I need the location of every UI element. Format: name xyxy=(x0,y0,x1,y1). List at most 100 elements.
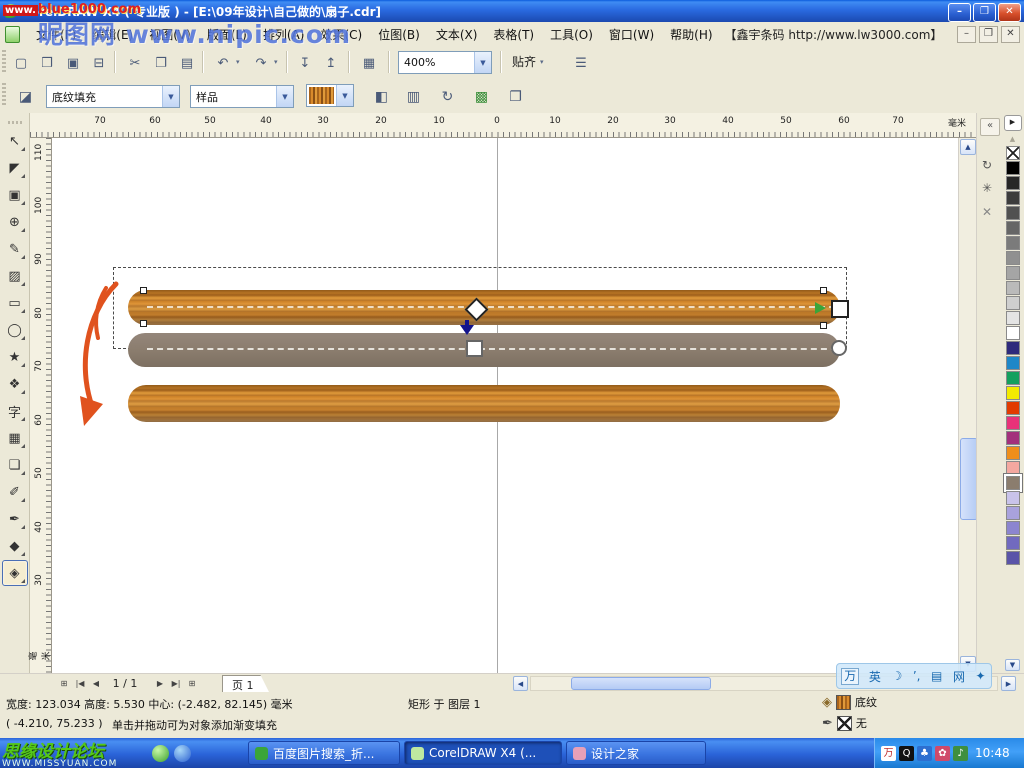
hscroll-right-button[interactable]: ▶ xyxy=(1001,676,1016,691)
menu-table[interactable]: 表格(T) xyxy=(485,23,542,46)
last-page-button[interactable]: ▶| xyxy=(168,676,184,691)
doc-minimize-button[interactable]: – xyxy=(957,26,976,43)
paste-button[interactable]: ▤ xyxy=(174,50,200,76)
add-page-button-2[interactable]: ⊞ xyxy=(184,676,200,691)
scroll-up-button[interactable]: ▲ xyxy=(960,139,976,155)
selection-node[interactable] xyxy=(140,320,147,327)
palette-swatch[interactable] xyxy=(1006,296,1020,310)
task-coreldraw[interactable]: CorelDRAW X4 (... xyxy=(404,741,562,765)
menu-tools[interactable]: 工具(O) xyxy=(542,23,601,46)
first-page-button[interactable]: |◀ xyxy=(72,676,88,691)
outline-status-swatch[interactable] xyxy=(837,716,852,731)
application-launcher-button[interactable]: ▦ xyxy=(356,50,382,76)
menu-edit[interactable]: 编辑(E) xyxy=(84,23,141,46)
minimize-button[interactable]: – xyxy=(948,3,971,22)
table-tool[interactable]: ▦ xyxy=(2,425,28,451)
text-tool[interactable]: 字 xyxy=(2,398,28,424)
palette-flyout-button[interactable]: ▶ xyxy=(1004,115,1022,131)
palette-swatch[interactable] xyxy=(1006,206,1020,220)
add-page-button[interactable]: ⊞ xyxy=(56,676,72,691)
tray-green-icon[interactable]: ♪ xyxy=(953,746,968,761)
drawing-canvas[interactable] xyxy=(52,138,958,673)
ime-mode-icon[interactable]: 万 xyxy=(841,668,859,685)
copy-fill-button[interactable]: ❐ xyxy=(502,84,529,110)
palette-swatch[interactable] xyxy=(1006,506,1020,520)
palette-swatch[interactable] xyxy=(1006,236,1020,250)
palette-swatch[interactable] xyxy=(1006,176,1020,190)
close-button[interactable]: ✕ xyxy=(998,3,1021,22)
zoom-level-combo[interactable]: 400% ▼ xyxy=(398,51,492,74)
palette-swatch[interactable] xyxy=(1006,221,1020,235)
fan-slat-middle-selected[interactable] xyxy=(128,333,840,367)
palette-swatch[interactable] xyxy=(1006,146,1020,160)
menu-effects[interactable]: 效果(C) xyxy=(312,23,370,46)
horizontal-ruler[interactable]: 70605040302010010203040506070 毫米 xyxy=(30,113,976,138)
zoom-tool[interactable]: ⊕ xyxy=(2,209,28,235)
menu-text[interactable]: 文本(X) xyxy=(428,23,486,46)
selection-node[interactable] xyxy=(820,322,827,329)
palette-swatch[interactable] xyxy=(1006,386,1020,400)
texture-options-button[interactable]: ▩ xyxy=(468,84,495,110)
vertical-ruler[interactable]: 11010090807060504030 毫米 xyxy=(30,138,52,673)
palette-swatch[interactable] xyxy=(1006,461,1020,475)
ime-web-icon[interactable]: 网 xyxy=(952,668,966,685)
doc-restore-button[interactable]: ❐ xyxy=(979,26,998,43)
copy-button[interactable]: ❐ xyxy=(148,50,174,76)
horizontal-scroll-thumb[interactable] xyxy=(571,677,711,690)
fill-tool[interactable]: ◆ xyxy=(2,533,28,559)
doc-close-button[interactable]: ✕ xyxy=(1001,26,1020,43)
quicklaunch-icon-2[interactable] xyxy=(174,745,191,762)
ime-softkeyboard-icon[interactable]: ▤ xyxy=(930,669,943,683)
fill-edge-handle[interactable] xyxy=(831,340,847,356)
new-button[interactable]: ▢ xyxy=(8,50,34,76)
tray-blue-icon[interactable]: ♣ xyxy=(917,746,932,761)
palette-scroll-down-button[interactable]: ▼ xyxy=(1005,659,1020,671)
menu-window[interactable]: 窗口(W) xyxy=(601,23,662,46)
quicklaunch-icon-1[interactable] xyxy=(152,745,169,762)
print-button[interactable]: ⊟ xyxy=(86,50,112,76)
tray-ime-icon[interactable]: 万 xyxy=(881,746,896,761)
palette-swatch[interactable] xyxy=(1006,401,1020,415)
redo-button[interactable]: ↷ xyxy=(248,50,274,76)
palette-swatch[interactable] xyxy=(1006,371,1020,385)
fill-direction-arrow-icon[interactable] xyxy=(815,302,826,314)
menu-arrange[interactable]: 排列(A) xyxy=(255,23,313,46)
fill-start-handle[interactable] xyxy=(466,340,483,357)
palette-swatch[interactable] xyxy=(1006,191,1020,205)
docker-close-icon[interactable]: ✕ xyxy=(982,205,992,219)
transform-docker-icon[interactable]: ↻ xyxy=(982,158,992,172)
import-button[interactable]: ↧ xyxy=(292,50,318,76)
texture-swatch-arrow-icon[interactable]: ▼ xyxy=(336,85,353,106)
redo-dropdown-arrow[interactable]: ▾ xyxy=(274,58,278,66)
menu-bitmaps[interactable]: 位图(B) xyxy=(370,23,428,46)
snap-to-dropdown[interactable]: 贴齐▾ xyxy=(512,53,544,70)
palette-swatch[interactable] xyxy=(1006,446,1020,460)
selection-node[interactable] xyxy=(820,287,827,294)
palette-swatch[interactable] xyxy=(1006,326,1020,340)
rectangle-tool[interactable]: ▭ xyxy=(2,290,28,316)
palette-swatch[interactable] xyxy=(1006,311,1020,325)
texture-library-combo[interactable]: 样品 ▼ xyxy=(190,85,294,108)
restore-button[interactable]: ❐ xyxy=(973,3,996,22)
task-shejizhijia[interactable]: 设计之家 xyxy=(566,741,706,765)
interactive-blend-tool[interactable]: ❏ xyxy=(2,452,28,478)
basic-shapes-tool[interactable]: ❖ xyxy=(2,371,28,397)
palette-swatch[interactable] xyxy=(1006,551,1020,565)
eyedropper-tool[interactable]: ✐ xyxy=(2,479,28,505)
tray-pink-icon[interactable]: ✿ xyxy=(935,746,950,761)
options-button[interactable]: ☰ xyxy=(568,50,594,76)
texture-library-combo-arrow-icon[interactable]: ▼ xyxy=(276,86,293,107)
undo-button[interactable]: ↶ xyxy=(210,50,236,76)
texture-swatch-picker[interactable]: ▼ xyxy=(306,84,354,107)
cut-button[interactable]: ✂ xyxy=(122,50,148,76)
export-button[interactable]: ↥ xyxy=(318,50,344,76)
interactive-fill-tool[interactable]: ◈ xyxy=(2,560,28,586)
palette-swatch[interactable] xyxy=(1006,161,1020,175)
palette-swatch[interactable] xyxy=(1006,491,1020,505)
save-button[interactable]: ▣ xyxy=(60,50,86,76)
palette-swatch[interactable] xyxy=(1006,281,1020,295)
hscroll-left-button[interactable]: ◀ xyxy=(513,676,528,691)
palette-swatch[interactable] xyxy=(1006,521,1020,535)
ellipse-tool[interactable]: ◯ xyxy=(2,317,28,343)
fill-type-combo[interactable]: 底纹填充 ▼ xyxy=(46,85,180,108)
